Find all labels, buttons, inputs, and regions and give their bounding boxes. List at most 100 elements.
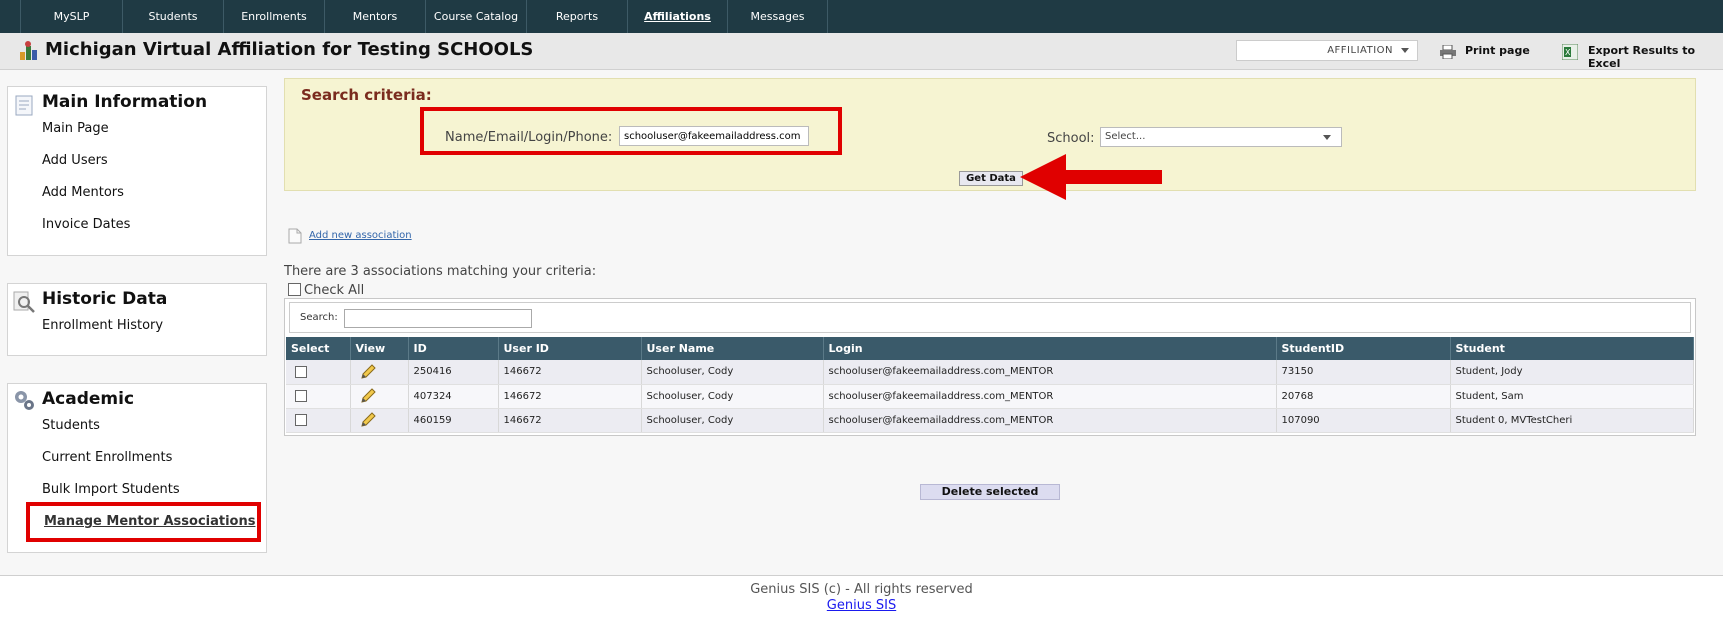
row-user-name: Schooluser, Cody [641, 360, 824, 385]
col-id[interactable]: ID [408, 337, 499, 360]
check-all-checkbox[interactable] [288, 283, 301, 296]
col-view[interactable]: View [350, 337, 409, 360]
row-login: schooluser@fakeemailaddress.com_MENTOR [823, 360, 1277, 385]
grid-search-input[interactable] [344, 309, 532, 328]
row-user-name: Schooluser, Cody [641, 384, 824, 409]
chevron-down-icon [1401, 48, 1409, 53]
col-student-id[interactable]: StudentID [1276, 337, 1451, 360]
gears-icon [15, 391, 34, 410]
row-view-cell [350, 408, 409, 433]
grid-search-label: Search: [300, 312, 338, 323]
col-login[interactable]: Login [823, 337, 1277, 360]
printer-icon[interactable] [1440, 45, 1456, 59]
new-document-icon[interactable] [288, 228, 302, 244]
row-login: schooluser@fakeemailaddress.com_MENTOR [823, 408, 1277, 433]
row-view-cell [350, 360, 409, 385]
row-user-id: 146672 [498, 360, 642, 385]
tab-enrollments[interactable]: Enrollments [223, 0, 324, 33]
sidebar-item-bulk-import[interactable]: Bulk Import Students [42, 482, 180, 497]
footer-link-row: Genius SIS [0, 598, 1723, 613]
row-student: Student, Sam [1450, 384, 1694, 409]
row-user-id: 146672 [498, 408, 642, 433]
row-student-id: 73150 [1276, 360, 1451, 385]
tab-messages[interactable]: Messages [727, 0, 828, 33]
excel-icon[interactable]: X [1562, 44, 1578, 60]
sidebar-item-current-enrollments[interactable]: Current Enrollments [42, 450, 172, 465]
delete-selected-button[interactable]: Delete selected [920, 484, 1060, 500]
sidebar-item-main-page[interactable]: Main Page [42, 121, 109, 136]
highlight-box-name-field [420, 107, 842, 155]
tab-affiliations[interactable]: Affiliations [627, 0, 727, 33]
row-checkbox[interactable] [295, 390, 307, 402]
table-row: 407324 146672 Schooluser, Cody schooluse… [286, 384, 1694, 409]
row-select-cell [286, 408, 351, 433]
role-select[interactable]: AFFILIATION [1236, 40, 1418, 61]
title-bar: Michigan Virtual Affiliation for Testing… [0, 33, 1723, 70]
edit-pencil-icon[interactable] [360, 412, 376, 428]
sidebar-item-students[interactable]: Students [42, 418, 100, 433]
tab-mentors[interactable]: Mentors [324, 0, 425, 33]
document-icon [15, 95, 33, 116]
row-id: 460159 [408, 408, 499, 433]
school-select[interactable]: Select... [1100, 127, 1342, 147]
sidebar-item-add-users[interactable]: Add Users [42, 153, 108, 168]
export-excel-link[interactable]: Export Results to Excel [1588, 44, 1723, 70]
sidebar-heading-main: Main Information [42, 92, 208, 112]
sidebar-item-invoice-dates[interactable]: Invoice Dates [42, 217, 130, 232]
footer-genius-sis-link[interactable]: Genius SIS [827, 598, 896, 613]
row-id: 407324 [408, 384, 499, 409]
sidebar-heading-academic: Academic [42, 389, 135, 409]
sidebar-main-panel: Main Information Main Page Add Users Add… [7, 86, 267, 256]
check-all-label: Check All [304, 283, 365, 298]
tab-reports[interactable]: Reports [526, 0, 627, 33]
sidebar-historic-panel: Historic Data Enrollment History [7, 283, 267, 356]
row-checkbox[interactable] [295, 365, 307, 378]
col-user-name[interactable]: User Name [641, 337, 824, 360]
footer-divider [0, 575, 1723, 576]
col-student[interactable]: Student [1450, 337, 1694, 360]
row-view-cell [350, 384, 409, 409]
print-page-link[interactable]: Print page [1465, 44, 1530, 57]
sidebar-item-enrollment-history[interactable]: Enrollment History [42, 318, 163, 333]
edit-pencil-icon[interactable] [360, 388, 376, 404]
table-row: 250416 146672 Schooluser, Cody schooluse… [286, 360, 1694, 385]
row-student-id: 20768 [1276, 384, 1451, 409]
row-login: schooluser@fakeemailaddress.com_MENTOR [823, 384, 1277, 409]
table-row: 460159 146672 Schooluser, Cody schooluse… [286, 408, 1694, 433]
row-checkbox[interactable] [295, 414, 307, 426]
red-arrow-annotation [1020, 154, 1162, 200]
row-student-id: 107090 [1276, 408, 1451, 433]
tab-course-catalog[interactable]: Course Catalog [425, 0, 526, 33]
add-new-association-link[interactable]: Add new association [309, 230, 412, 241]
chevron-down-icon [1323, 135, 1331, 140]
row-id: 250416 [408, 360, 499, 385]
tab-students[interactable]: Students [122, 0, 223, 33]
row-select-cell [286, 384, 351, 409]
row-user-id: 146672 [498, 384, 642, 409]
tab-myslp[interactable]: MySLP [20, 0, 122, 33]
school-select-value: Select... [1105, 131, 1146, 142]
sidebar-heading-historic: Historic Data [42, 289, 168, 309]
row-student: Student, Jody [1450, 360, 1694, 385]
school-label: School: [1047, 131, 1095, 146]
col-user-id[interactable]: User ID [498, 337, 642, 360]
search-criteria-title: Search criteria: [301, 86, 432, 104]
edit-pencil-icon[interactable] [360, 364, 376, 380]
col-select[interactable]: Select [286, 337, 351, 360]
top-nav: MySLP Students Enrollments Mentors Cours… [0, 0, 1723, 33]
row-select-cell [286, 360, 351, 385]
associations-grid: Search: Select View ID User ID User Name… [284, 298, 1696, 436]
magnifier-icon [13, 291, 35, 313]
role-select-value: AFFILIATION [1327, 45, 1393, 56]
highlight-box-manage-mentor [26, 502, 261, 542]
row-student: Student 0, MVTestCheri [1450, 408, 1694, 433]
svg-text:X: X [1565, 48, 1571, 57]
sidebar-item-add-mentors[interactable]: Add Mentors [42, 185, 124, 200]
get-data-button[interactable]: Get Data [959, 171, 1023, 186]
footer-copyright: Genius SIS (c) - All rights reserved [750, 582, 973, 597]
match-count-text: There are 3 associations matching your c… [284, 264, 597, 279]
associations-table: Select View ID User ID User Name Login S… [286, 337, 1694, 433]
row-user-name: Schooluser, Cody [641, 408, 824, 433]
affiliation-icon [20, 41, 37, 60]
grid-search-bar: Search: [289, 302, 1691, 333]
